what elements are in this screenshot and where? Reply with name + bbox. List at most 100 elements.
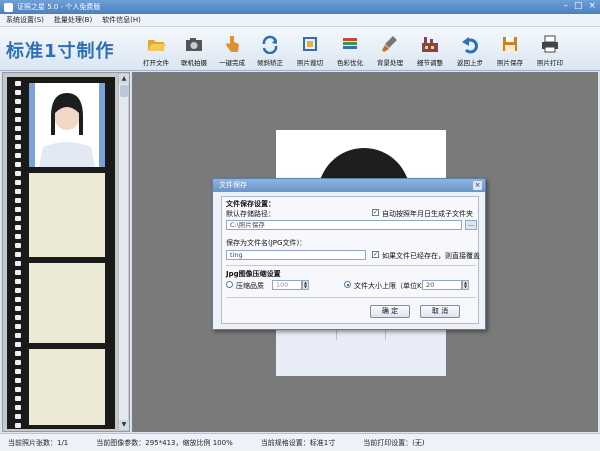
app-icon <box>4 2 13 12</box>
thumbnail-scrollbar[interactable]: ▲ ▼ <box>118 74 129 430</box>
filename-label: 保存为文件名(JPG文件)： <box>226 239 307 247</box>
film-sprocket <box>15 297 21 302</box>
size-stepper[interactable]: ▲ ▼ <box>462 280 469 290</box>
scroll-up-icon[interactable]: ▲ <box>119 74 129 84</box>
toolbar-button-11[interactable]: 照片打印 <box>531 31 569 69</box>
overwrite-label: 如果文件已经存在，则直接覆盖 <box>382 252 480 260</box>
printer-icon <box>542 35 558 53</box>
filename-field[interactable]: ting <box>226 250 366 260</box>
quality-stepper[interactable]: ▲ ▼ <box>302 280 309 290</box>
section-jpg-heading: Jpg图像压缩设置 <box>226 270 281 278</box>
brush-icon <box>382 36 397 52</box>
menu-system[interactable]: 系统设置(S) <box>6 15 44 25</box>
thumbnail-panel: ▲ ▼ <box>2 72 130 432</box>
film-sprocket <box>15 162 21 167</box>
maximize-icon[interactable]: □ <box>574 1 583 11</box>
toolbar-button-label: 照片打印 <box>537 59 563 67</box>
film-sprocket <box>15 387 21 392</box>
thumbnail-frame-1[interactable] <box>29 83 105 167</box>
film-sprocket <box>15 261 21 266</box>
toolbar-button-label: 背景处理 <box>377 59 403 67</box>
default-path-label: 默认存储路径： <box>226 210 275 218</box>
toolbar-button-7[interactable]: 背景处理 <box>371 31 409 69</box>
toolbar-button-label: 细节调整 <box>417 59 443 67</box>
menu-batch[interactable]: 批量处理(B) <box>54 15 92 25</box>
status-template: 当前规格设置：标准1寸 <box>260 438 336 447</box>
film-sprocket <box>15 396 21 401</box>
crop-icon <box>303 37 317 51</box>
film-sprocket <box>15 369 21 374</box>
size-label: 文件大小上限（单位K） <box>354 282 429 290</box>
save-path-field[interactable]: C:\照片保存 <box>226 220 462 230</box>
toolbar-button-label: 联机拍摄 <box>181 59 207 67</box>
film-sprocket <box>15 342 21 347</box>
size-radio[interactable] <box>344 281 351 288</box>
scroll-down-icon[interactable]: ▼ <box>119 420 129 430</box>
film-sprocket <box>15 324 21 329</box>
film-sprocket <box>15 171 21 176</box>
film-sprocket <box>15 423 21 428</box>
toolbar-button-label: 色彩优化 <box>337 59 363 67</box>
status-print: 当前打印设置：(无) <box>363 438 425 447</box>
film-sprocket <box>15 360 21 365</box>
toolbar-button-5[interactable]: 照片裁切 <box>291 31 329 69</box>
thumbnail-frame-2[interactable] <box>29 173 105 257</box>
title-bar: 证照之星 5.0 - 个人免费版 – □ × <box>0 0 600 14</box>
cancel-button[interactable]: 取 消 <box>420 305 460 318</box>
toolbar-button-1[interactable]: 打开文件 <box>137 31 175 69</box>
auto-folder-checkbox[interactable]: ✓ <box>372 209 379 216</box>
film-sprocket <box>15 198 21 203</box>
menu-bar: 系统设置(S) 批量处理(B) 软件信息(H) <box>0 14 600 27</box>
film-sprocket <box>15 351 21 356</box>
save-dialog: 文件保存 × 文件保存设置： 默认存储路径： ✓ 自动按照年月日生成子文件夹 C… <box>212 178 486 330</box>
film-sprocket <box>15 135 21 140</box>
film-sprocket <box>15 288 21 293</box>
film-sprocket <box>15 216 21 221</box>
film-sprocket <box>15 90 21 95</box>
film-strip <box>7 77 115 429</box>
film-sprocket <box>15 234 21 239</box>
toolbar-button-4[interactable]: 倾斜矫正 <box>251 31 289 69</box>
scroll-thumb[interactable] <box>120 85 128 97</box>
toolbar-button-10[interactable]: 照片保存 <box>491 31 529 69</box>
film-sprocket <box>15 279 21 284</box>
size-field[interactable]: 20 <box>422 280 462 290</box>
toolbar-button-2[interactable]: 联机拍摄 <box>175 31 213 69</box>
toolbar-button-label: 倾斜矫正 <box>257 59 283 67</box>
save-disk-icon <box>503 37 517 51</box>
film-sprocket <box>15 207 21 212</box>
film-sprocket <box>15 99 21 104</box>
rotate-arrows-icon <box>262 35 278 54</box>
film-sprocket <box>15 270 21 275</box>
status-count: 当前照片张数：1/1 <box>8 438 69 447</box>
film-sprocket <box>15 117 21 122</box>
film-sprocket <box>15 252 21 257</box>
menu-about[interactable]: 软件信息(H) <box>102 15 141 25</box>
quality-radio[interactable] <box>226 281 233 288</box>
quality-field[interactable]: 100 <box>272 280 302 290</box>
dialog-close-icon[interactable]: × <box>473 181 482 190</box>
toolbar-button-9[interactable]: 返回上步 <box>451 31 489 69</box>
toolbar-button-3[interactable]: 一键完成 <box>213 31 251 69</box>
status-image-info: 当前图像参数：295*413，缩放比例 100% <box>96 438 233 447</box>
film-sprocket <box>15 225 21 230</box>
thumbnail-frame-3[interactable] <box>29 263 105 343</box>
close-icon[interactable]: × <box>588 1 596 11</box>
section-save-heading: 文件保存设置： <box>226 200 275 208</box>
dialog-divider-2 <box>226 297 476 298</box>
toolbar: 标准1寸制作 打开文件 联机拍摄 一键完成 倾斜矫正 照片裁切 色彩优化 背景处理 细节调整 返… <box>0 27 600 71</box>
minimize-icon[interactable]: – <box>563 1 568 11</box>
toolbar-button-8[interactable]: 细节调整 <box>411 31 449 69</box>
dialog-title: 文件保存 <box>219 181 247 189</box>
overwrite-checkbox[interactable]: ✓ <box>372 251 379 258</box>
browse-button[interactable]: ... <box>465 220 477 230</box>
film-sprocket <box>15 315 21 320</box>
film-sprocket <box>15 108 21 113</box>
film-sprocket <box>15 126 21 131</box>
film-sprocket <box>15 243 21 248</box>
thumbnail-frame-4[interactable] <box>29 349 105 425</box>
ok-button[interactable]: 确 定 <box>370 305 410 318</box>
toolbar-button-6[interactable]: 色彩优化 <box>331 31 369 69</box>
toolbar-button-label: 一键完成 <box>219 59 245 67</box>
film-sprocket <box>15 81 21 86</box>
